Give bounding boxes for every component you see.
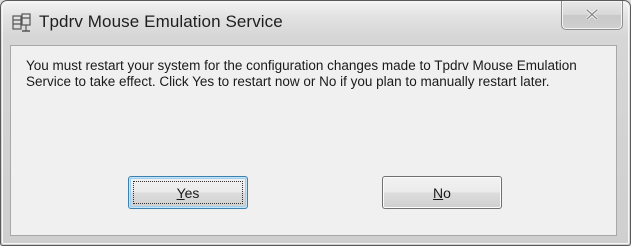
no-button[interactable]: No (382, 176, 502, 209)
yes-button-label: Yes (176, 185, 200, 201)
window-title: Tpdrv Mouse Emulation Service (39, 12, 283, 31)
title-bar[interactable]: Tpdrv Mouse Emulation Service (1, 1, 630, 45)
no-button-label: No (433, 185, 451, 201)
dialog-window: Tpdrv Mouse Emulation Service You must r… (0, 0, 631, 246)
yes-button[interactable]: Yes (128, 176, 248, 209)
service-gear-icon (12, 13, 32, 33)
message-text: You must restart your system for the con… (26, 58, 577, 89)
close-x-icon (586, 9, 598, 20)
dialog-content: You must restart your system for the con… (10, 45, 617, 236)
close-button[interactable] (561, 1, 623, 30)
